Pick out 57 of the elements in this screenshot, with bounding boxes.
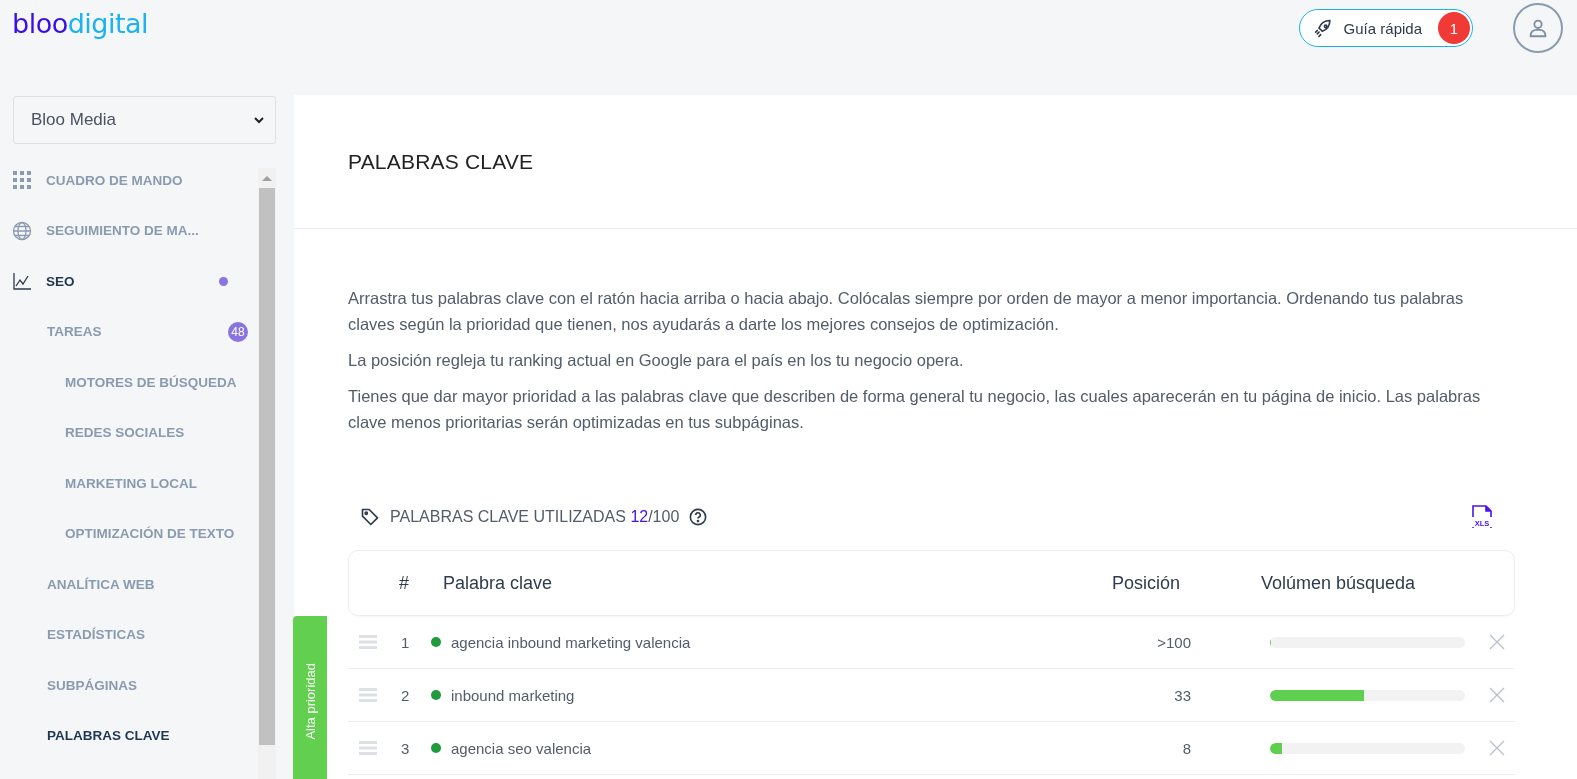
globe-icon: [12, 220, 32, 241]
sidebar-item[interactable]: SUBPÁGINAS: [0, 660, 258, 711]
sidebar-item[interactable]: REDES SOCIALES: [0, 407, 258, 458]
status-dot: [431, 690, 441, 700]
keyword-text: agencia inbound marketing valencia: [451, 633, 691, 651]
sidebar-item[interactable]: TAREAS 48: [0, 306, 258, 357]
sidebar-item[interactable]: PALABRAS CLAVE: [0, 710, 258, 761]
scroll-up-arrow-icon: [262, 175, 272, 181]
page-title: PALABRAS CLAVE: [348, 149, 534, 174]
sidebar-item[interactable]: ANALÍTICA WEB: [0, 559, 258, 610]
column-header: Volúmen búsqueda: [1261, 572, 1416, 594]
scrollbar[interactable]: [258, 168, 276, 779]
sidebar-item[interactable]: MARKETING LOCAL: [0, 458, 258, 509]
help-icon[interactable]: [689, 508, 708, 526]
priority-zone: Alta prioridad: [293, 616, 327, 779]
position-value: 8: [1182, 739, 1191, 757]
status-dot: [431, 743, 441, 753]
sidebar-item[interactable]: SEO: [0, 256, 258, 307]
notification-badge: 1: [1438, 12, 1470, 44]
close-icon[interactable]: [1489, 687, 1505, 703]
sidebar-item[interactable]: OPTIMIZACIÓN DE TEXTO: [0, 508, 258, 559]
position-value: 33: [1174, 686, 1191, 704]
column-header: #: [399, 572, 409, 594]
sidebar-item[interactable]: MOTORES DE BÚSQUEDA: [0, 357, 258, 408]
close-icon[interactable]: [1489, 740, 1505, 756]
position-value: >100: [1157, 633, 1191, 651]
close-icon[interactable]: [1489, 634, 1505, 650]
status-dot: [431, 637, 441, 647]
scrollbar-thumb[interactable]: [259, 188, 275, 745]
line-chart-icon: [12, 271, 32, 292]
tag-icon: [360, 507, 380, 527]
sidebar-item[interactable]: ESTADÍSTICAS: [0, 609, 258, 660]
chevron-down-icon: [253, 116, 265, 124]
sidebar-item[interactable]: SEGUIMIENTO DE MA...: [0, 205, 258, 256]
column-header: Palabra clave: [443, 572, 553, 594]
row-number: 2: [400, 686, 410, 704]
drag-handle-icon[interactable]: [359, 741, 377, 755]
logo: bloodigital: [12, 8, 149, 39]
keyword-text: inbound marketing: [451, 686, 575, 704]
description-paragraph: Arrastra tus palabras clave con el ratón hacia arriba o hacia abajo. Colócalas siempre por orden de mayor a menor importancia. Ordenando tus palabras claves según la prioridad que tienen, nos ayudarás a darte los mejores consejos de optimización.: [348, 288, 1465, 335]
quick-guide-button[interactable]: Guía rápida 1: [1298, 9, 1473, 47]
row-number: 1: [400, 633, 410, 651]
rocket-icon: [1313, 18, 1334, 38]
keyword-text: agencia seo valencia: [451, 739, 592, 757]
sidebar-item[interactable]: CUADRO DE MANDO: [0, 155, 258, 206]
description-paragraph: La posición regleja tu ranking actual en Google para el país en los tu negocio opera.: [348, 350, 965, 371]
drag-handle-icon[interactable]: [359, 635, 377, 649]
column-header: Posición: [1111, 572, 1180, 594]
keywords-used-count: PALABRAS CLAVE UTILIZADAS 12/100: [390, 508, 680, 526]
grid-icon: [12, 170, 32, 191]
description-paragraph: Tienes que dar mayor prioridad a las palabras clave que describen de forma general tu negocio, las cuales aparecerán en tu página de inicio. Las palabras clave menos prioritarias serán optimizadas en tus subpáginas.: [348, 386, 1482, 433]
row-number: 3: [400, 739, 410, 757]
user-avatar-button[interactable]: [1513, 3, 1563, 53]
count-badge: 48: [228, 321, 248, 342]
account-select[interactable]: Bloo Media: [13, 96, 276, 144]
drag-handle-icon[interactable]: [359, 688, 377, 702]
user-icon: [1527, 17, 1549, 39]
